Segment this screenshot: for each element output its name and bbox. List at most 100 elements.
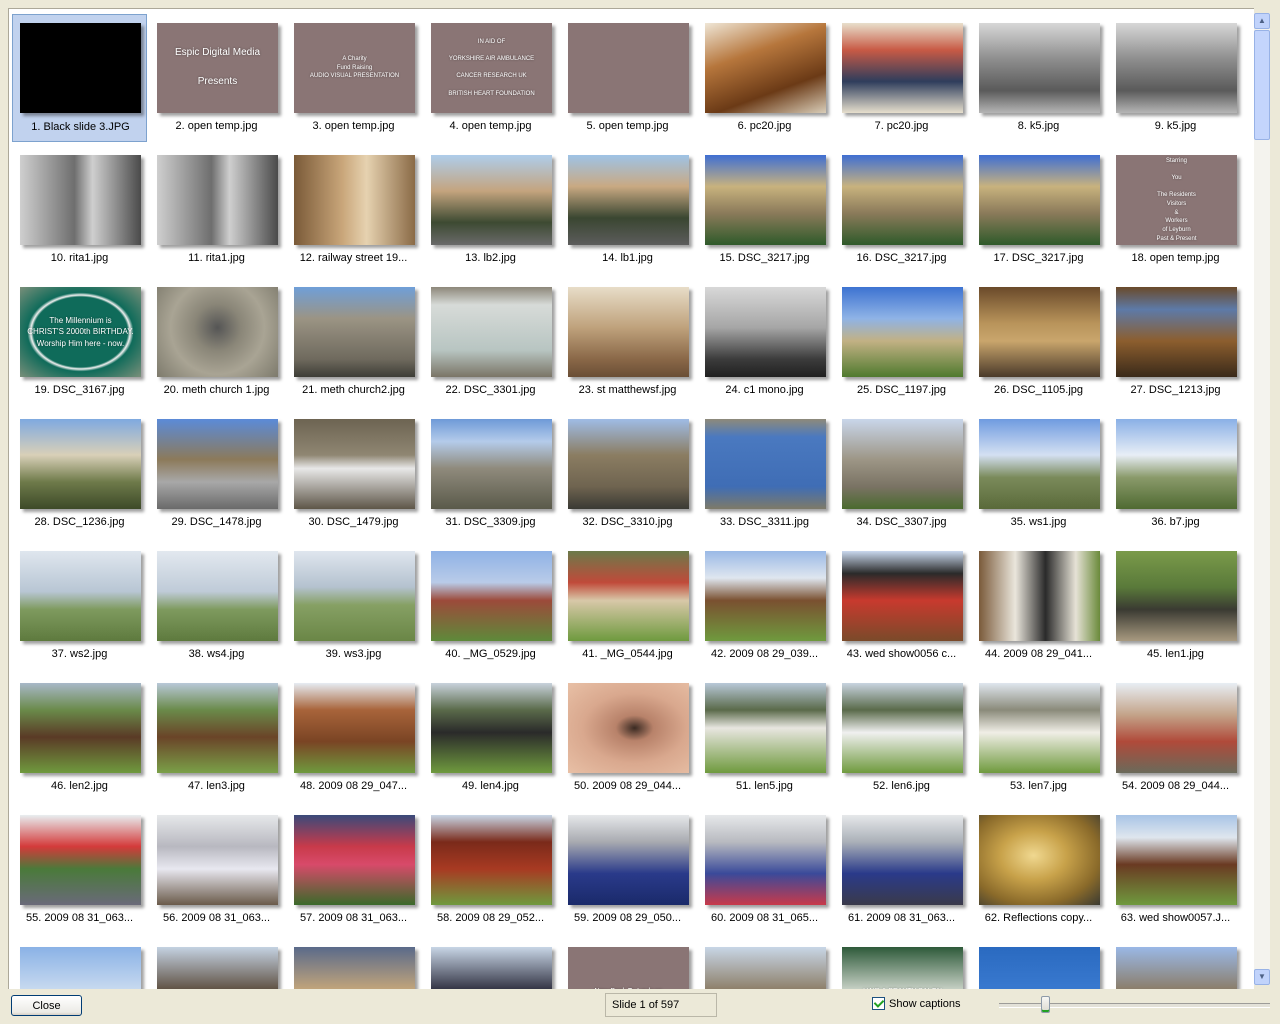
slide-thumbnail-item[interactable]: 14. lb1.jpg: [560, 146, 695, 274]
scroll-up-arrow-icon[interactable]: ▲: [1254, 13, 1270, 29]
slide-thumbnail-item[interactable]: 9. k5.jpg: [1108, 14, 1243, 142]
slide-thumbnail-item[interactable]: 16. DSC_3217.jpg: [834, 146, 969, 274]
slide-thumbnail-item[interactable]: 48. 2009 08 29_047...: [286, 674, 421, 802]
slide-thumbnail-image: [294, 683, 415, 773]
slide-thumbnail-item[interactable]: 44. 2009 08 29_041...: [971, 542, 1106, 670]
slide-thumbnail-item[interactable]: 62. Reflections copy...: [971, 806, 1106, 934]
slide-thumbnail-item[interactable]: 45. len1.jpg: [1108, 542, 1243, 670]
slide-thumbnail-image: [1116, 947, 1237, 989]
show-captions-checkbox[interactable]: [872, 997, 885, 1010]
slide-thumbnail-item[interactable]: 13. lb2.jpg: [423, 146, 558, 274]
slide-thumbnail-image: [979, 551, 1100, 641]
slide-thumbnail-item[interactable]: 43. wed show0056 c...: [834, 542, 969, 670]
slide-thumbnail-item[interactable]: 31. DSC_3309.jpg: [423, 410, 558, 538]
slide-thumbnail-item[interactable]: 60. 2009 08 31_065...: [697, 806, 832, 934]
slide-caption: 18. open temp.jpg: [1131, 252, 1220, 264]
slide-thumbnail-item[interactable]: 37. ws2.jpg: [12, 542, 147, 670]
slide-thumbnail-item[interactable]: Now Back To Leyburn: [560, 938, 695, 989]
slide-thumbnail-item[interactable]: 53. len7.jpg: [971, 674, 1106, 802]
slide-thumbnail-item[interactable]: [971, 938, 1106, 989]
slide-caption: 29. DSC_1478.jpg: [171, 516, 262, 528]
slide-thumbnail-item[interactable]: 25. DSC_1197.jpg: [834, 278, 969, 406]
slide-thumbnail-item[interactable]: 61. 2009 08 31_063...: [834, 806, 969, 934]
show-captions-toggle[interactable]: Show captions: [872, 997, 961, 1010]
slide-caption: 62. Reflections copy...: [984, 912, 1093, 924]
slide-thumbnail-item[interactable]: 23. st matthewsf.jpg: [560, 278, 695, 406]
slide-thumbnail-image: [1116, 23, 1237, 113]
slide-thumbnail-item[interactable]: 12. railway street 19...: [286, 146, 421, 274]
slide-thumbnail-item[interactable]: Starring You The Residents Visitors & Wo…: [1108, 146, 1243, 274]
slide-thumbnail-item[interactable]: IN AID OF YORKSHIRE AIR AMBULANCE CANCER…: [423, 14, 558, 142]
slide-thumbnail-item[interactable]: 40. _MG_0529.jpg: [423, 542, 558, 670]
scrollbar-thumb[interactable]: [1254, 30, 1270, 140]
slide-thumbnail-item[interactable]: 36. b7.jpg: [1108, 410, 1243, 538]
slide-thumbnail-item[interactable]: 58. 2009 08 29_052...: [423, 806, 558, 934]
vertical-scrollbar[interactable]: ▲ ▼: [1254, 13, 1270, 985]
slide-status-text: Slide 1 of 597: [612, 999, 680, 1011]
slide-thumbnail-item[interactable]: [1108, 938, 1243, 989]
slide-caption: 3. open temp.jpg: [312, 120, 395, 132]
slide-thumbnail-item[interactable]: 52. len6.jpg: [834, 674, 969, 802]
slide-thumbnail-item[interactable]: 1. Black slide 3.JPG: [12, 14, 147, 142]
slide-thumbnail-item[interactable]: 50. 2009 08 29_044...: [560, 674, 695, 802]
slide-thumbnail-item[interactable]: The Millennium is CHRIST'S 2000th BIRTHD…: [12, 278, 147, 406]
slide-thumbnail-item[interactable]: 22. DSC_3301.jpg: [423, 278, 558, 406]
slide-thumbnail-item[interactable]: HAIR & BEAUTY SALON: [834, 938, 969, 989]
slide-thumbnail-item[interactable]: 39. ws3.jpg: [286, 542, 421, 670]
slide-thumbnail-item[interactable]: 56. 2009 08 31_063...: [149, 806, 284, 934]
slide-thumbnail-image: [568, 155, 689, 245]
close-button[interactable]: Close: [11, 995, 82, 1016]
slide-thumbnail-item[interactable]: 54. 2009 08 29_044...: [1108, 674, 1243, 802]
slide-caption: 41. _MG_0544.jpg: [582, 648, 673, 660]
slide-thumbnail-item[interactable]: 27. DSC_1213.jpg: [1108, 278, 1243, 406]
slide-thumbnail-item[interactable]: 11. rita1.jpg: [149, 146, 284, 274]
slide-thumbnail-item[interactable]: 38. ws4.jpg: [149, 542, 284, 670]
slide-thumbnail-item[interactable]: 8. k5.jpg: [971, 14, 1106, 142]
slide-thumbnail-item[interactable]: [149, 938, 284, 989]
slide-caption: 38. ws4.jpg: [188, 648, 245, 660]
slide-thumbnail-item[interactable]: 28. DSC_1236.jpg: [12, 410, 147, 538]
slide-thumbnail-item[interactable]: 10. rita1.jpg: [12, 146, 147, 274]
slide-thumbnail-item[interactable]: Espic Digital Media Presents 2. open temp…: [149, 14, 284, 142]
slide-caption: 57. 2009 08 31_063...: [299, 912, 408, 924]
slide-thumbnail-item[interactable]: 24. c1 mono.jpg: [697, 278, 832, 406]
slide-thumbnail-item[interactable]: A Charity Fund Raising AUDIO VISUAL PRES…: [286, 14, 421, 142]
slide-thumbnail-item[interactable]: 49. len4.jpg: [423, 674, 558, 802]
slide-thumbnail-item[interactable]: 6. pc20.jpg: [697, 14, 832, 142]
slide-thumbnail-item[interactable]: 63. wed show0057.J...: [1108, 806, 1243, 934]
slide-thumbnail-image: [568, 683, 689, 773]
slide-thumbnail-item[interactable]: 5. open temp.jpg: [560, 14, 695, 142]
slide-thumbnail-item[interactable]: 55. 2009 08 31_063...: [12, 806, 147, 934]
slide-thumbnail-item[interactable]: 46. len2.jpg: [12, 674, 147, 802]
slide-thumbnail-item[interactable]: 17. DSC_3217.jpg: [971, 146, 1106, 274]
slide-thumbnail-item[interactable]: 26. DSC_1105.jpg: [971, 278, 1106, 406]
slide-thumbnail-item[interactable]: 57. 2009 08 31_063...: [286, 806, 421, 934]
slide-thumbnail-item[interactable]: [697, 938, 832, 989]
slide-thumbnail-item[interactable]: 59. 2009 08 29_050...: [560, 806, 695, 934]
slide-thumbnail-item[interactable]: 30. DSC_1479.jpg: [286, 410, 421, 538]
slide-thumbnail-item[interactable]: 29. DSC_1478.jpg: [149, 410, 284, 538]
slide-thumbnail-item[interactable]: 47. len3.jpg: [149, 674, 284, 802]
slide-thumbnail-image: [431, 551, 552, 641]
slide-thumbnail-item[interactable]: [286, 938, 421, 989]
slide-thumbnail-item[interactable]: [12, 938, 147, 989]
slide-thumbnail-item[interactable]: 42. 2009 08 29_039...: [697, 542, 832, 670]
slide-thumbnail-item[interactable]: 15. DSC_3217.jpg: [697, 146, 832, 274]
slider-knob[interactable]: [1041, 996, 1050, 1013]
slide-thumbnail-item[interactable]: 7. pc20.jpg: [834, 14, 969, 142]
thumbnail-size-slider[interactable]: [997, 995, 1272, 1015]
slide-thumbnail-item[interactable]: 51. len5.jpg: [697, 674, 832, 802]
slide-thumbnail-item[interactable]: 35. ws1.jpg: [971, 410, 1106, 538]
slide-thumbnail-image: [294, 287, 415, 377]
slide-thumbnail-image: The Millennium is CHRIST'S 2000th BIRTHD…: [20, 287, 141, 377]
slide-thumbnail-item[interactable]: [423, 938, 558, 989]
slide-thumbnail-item[interactable]: 20. meth church 1.jpg: [149, 278, 284, 406]
slide-thumbnail-item[interactable]: 21. meth church2.jpg: [286, 278, 421, 406]
thumbnail-gallery[interactable]: 1. Black slide 3.JPG Espic Digital Media …: [8, 8, 1254, 989]
slide-thumbnail-item[interactable]: 34. DSC_3307.jpg: [834, 410, 969, 538]
slide-thumbnail-item[interactable]: 32. DSC_3310.jpg: [560, 410, 695, 538]
scroll-down-arrow-icon[interactable]: ▼: [1254, 969, 1270, 985]
slide-thumbnail-item[interactable]: 41. _MG_0544.jpg: [560, 542, 695, 670]
slide-thumbnail-item[interactable]: 33. DSC_3311.jpg: [697, 410, 832, 538]
slider-track: [999, 1003, 1270, 1008]
